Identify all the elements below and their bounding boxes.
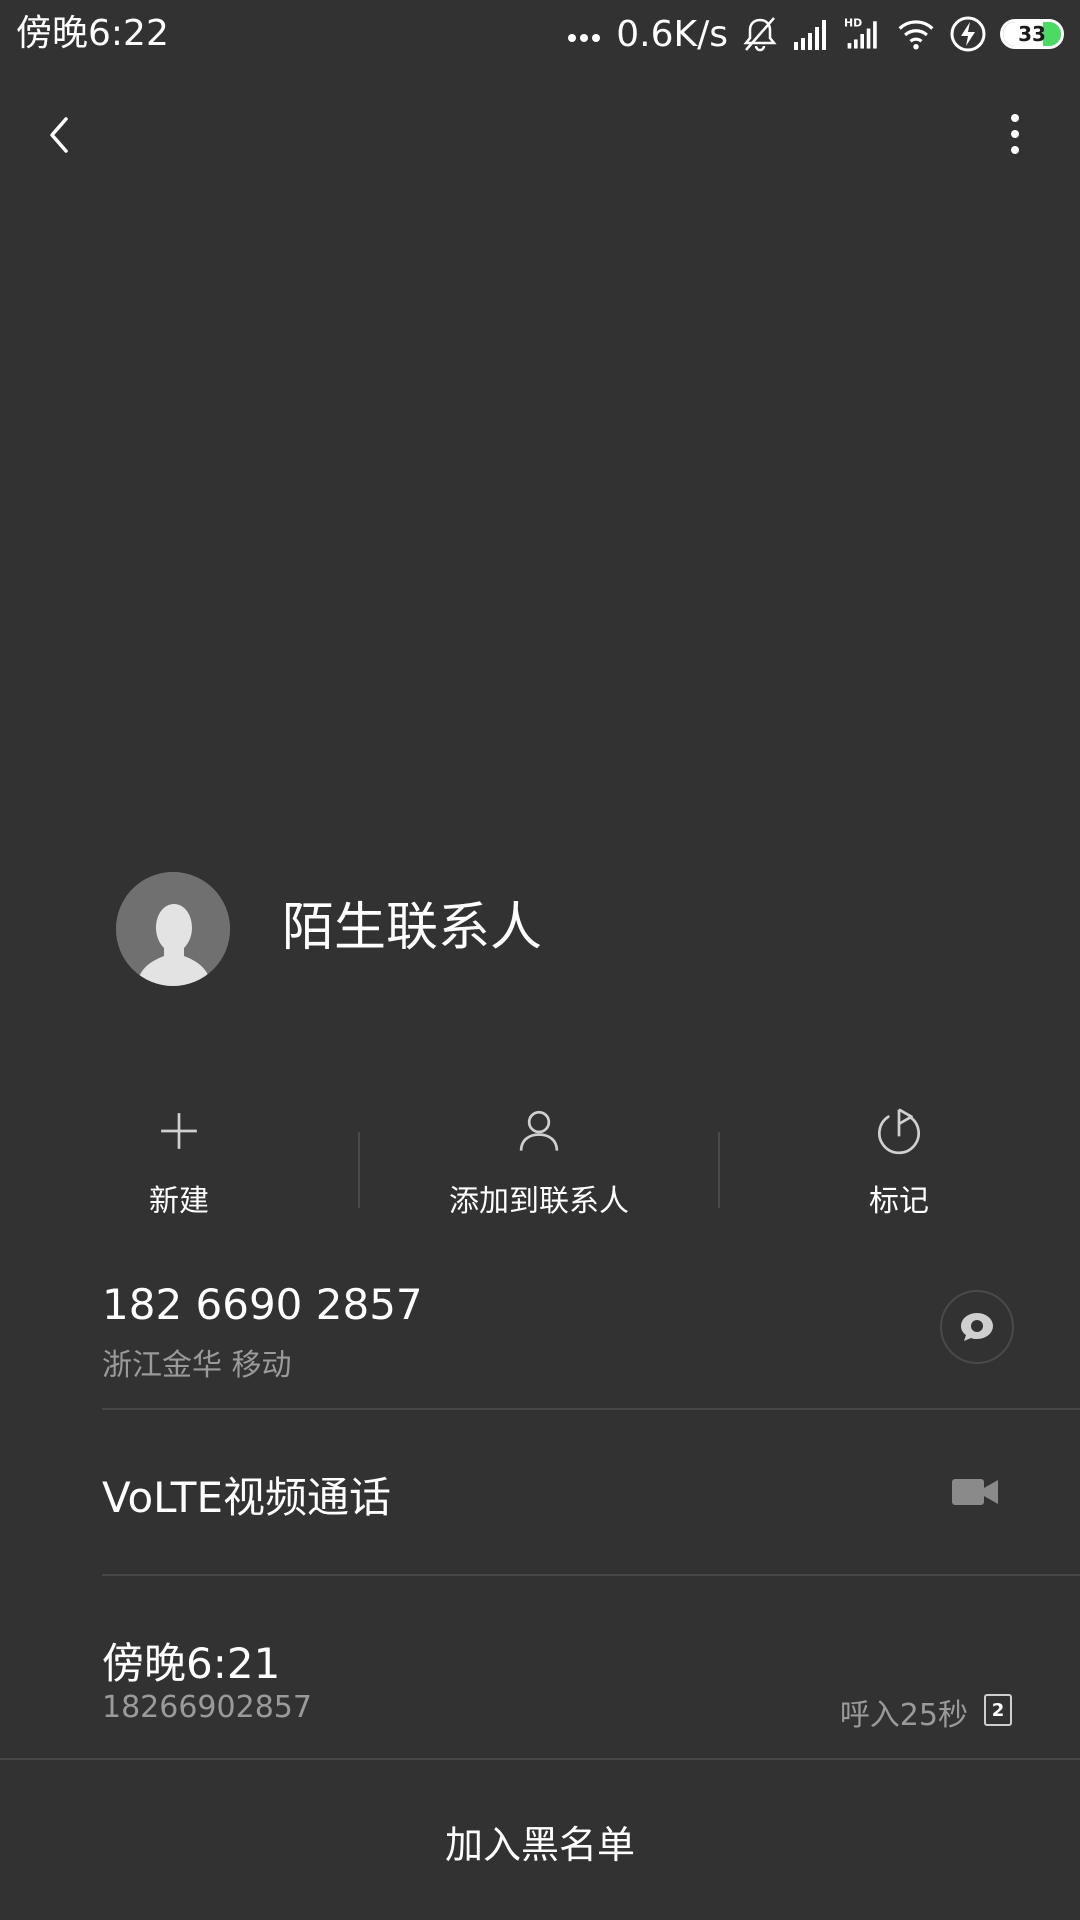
mark-label: 标记 — [869, 1184, 929, 1219]
person-icon — [519, 1110, 559, 1151]
video-call-button[interactable] — [950, 1472, 1000, 1512]
add-to-blacklist-label: 加入黑名单 — [444, 1822, 635, 1867]
more-dots-icon — [568, 34, 601, 42]
contact-header: 陌生联系人 — [0, 860, 1080, 1000]
overflow-menu-icon — [1011, 114, 1019, 154]
plus-icon — [161, 1113, 197, 1149]
sim-card-icon: 2 — [984, 1694, 1012, 1726]
back-button[interactable] — [30, 105, 90, 165]
status-icons: 0.6K/s HD 33 — [564, 8, 1064, 60]
call-detail-screen: 傍晚6:22 0.6K/s HD 33 陌生联系人 新建 添加到联系人 标记 1… — [0, 0, 1080, 1920]
section-divider — [0, 1758, 1080, 1760]
new-contact-label: 新建 — [149, 1184, 209, 1219]
battery-icon: 33 — [1000, 19, 1064, 49]
wifi-icon — [898, 20, 934, 50]
add-to-contacts-label: 添加到联系人 — [449, 1184, 629, 1219]
add-to-blacklist-button[interactable]: 加入黑名单 — [0, 1762, 1080, 1920]
battery-level: 33 — [1018, 22, 1046, 46]
video-camera-icon — [952, 1479, 998, 1505]
status-bar: 傍晚6:22 0.6K/s HD 33 — [0, 0, 1080, 68]
message-icon — [961, 1313, 993, 1341]
hd-signal-icon: HD — [844, 17, 877, 49]
overflow-menu-button[interactable] — [990, 105, 1040, 165]
flag-icon — [878, 1108, 920, 1155]
volte-video-call-label: VoLTE视频通话 — [102, 1473, 391, 1522]
charging-icon — [950, 16, 986, 52]
phone-number-row[interactable]: 182 6690 2857 浙江金华 移动 — [102, 1268, 1080, 1408]
mute-bell-icon — [743, 17, 777, 52]
top-app-bar — [0, 90, 1080, 180]
mark-button[interactable]: 标记 — [720, 1100, 1078, 1220]
net-speed: 0.6K/s — [616, 13, 728, 55]
new-contact-button[interactable]: 新建 — [0, 1100, 358, 1220]
phone-number: 182 6690 2857 — [102, 1280, 423, 1329]
call-time: 傍晚6:21 — [102, 1639, 281, 1688]
phone-location: 浙江金华 移动 — [102, 1348, 292, 1383]
default-avatar-icon — [116, 872, 230, 986]
add-to-contacts-button[interactable]: 添加到联系人 — [360, 1100, 718, 1220]
volte-video-call-row[interactable]: VoLTE视频通话 — [102, 1410, 1080, 1574]
back-chevron-icon — [50, 117, 68, 153]
contact-name: 陌生联系人 — [282, 898, 543, 958]
signal-icon — [794, 20, 826, 50]
call-number: 18266902857 — [102, 1690, 312, 1725]
call-log-row[interactable]: 傍晚6:21 18266902857 呼入25秒 2 — [102, 1576, 1080, 1758]
status-time: 傍晚6:22 — [16, 13, 169, 54]
svg-text:HD: HD — [844, 17, 862, 30]
action-row: 新建 添加到联系人 标记 — [0, 1100, 1080, 1220]
call-duration: 呼入25秒 — [839, 1698, 968, 1733]
send-message-button[interactable] — [940, 1290, 1014, 1364]
avatar — [116, 872, 230, 986]
